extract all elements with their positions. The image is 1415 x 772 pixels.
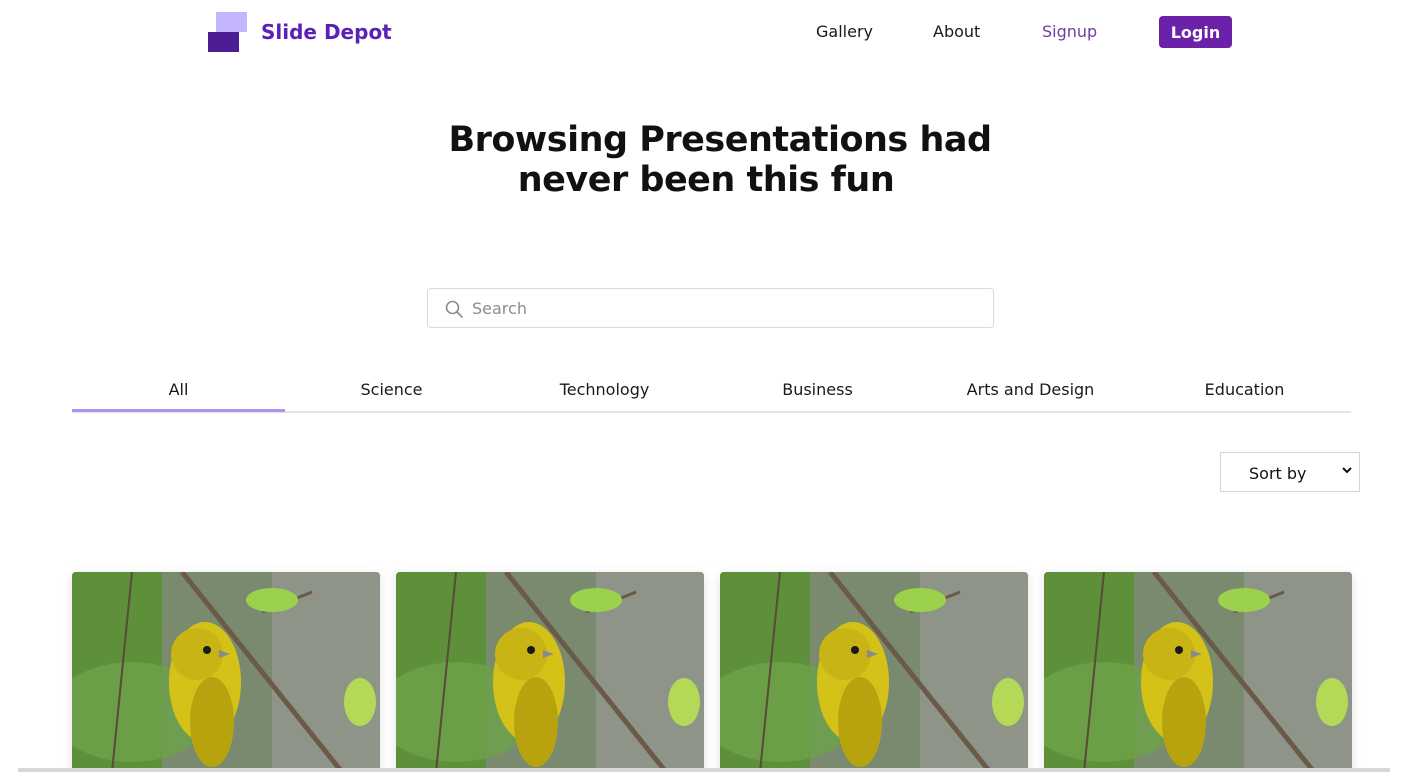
card-thumbnail-image (720, 572, 1028, 772)
presentation-card[interactable] (720, 572, 1028, 772)
hero-line-2: never been this fun (517, 160, 895, 200)
nav-signup-link[interactable]: Signup (1042, 22, 1097, 41)
category-tabs: All Science Technology Business Arts and… (72, 368, 1351, 413)
tab-all[interactable]: All (72, 368, 285, 412)
presentation-card[interactable] (1044, 572, 1352, 772)
sort-select[interactable]: Sort by (1220, 452, 1360, 492)
tab-technology[interactable]: Technology (498, 368, 711, 411)
search-input[interactable] (472, 289, 972, 327)
horizontal-scrollbar[interactable] (18, 768, 1390, 772)
tab-business[interactable]: Business (711, 368, 924, 411)
card-thumbnail-image (396, 572, 704, 772)
hero-line-1: Browsing Presentations had (448, 120, 992, 160)
tab-science[interactable]: Science (285, 368, 498, 411)
search-icon (445, 300, 463, 318)
presentation-card[interactable] (72, 572, 380, 772)
brand-name: Slide Depot (261, 20, 392, 44)
chevron-down-icon (1342, 467, 1352, 474)
card-thumbnail-image (1044, 572, 1352, 772)
card-thumbnail-image (72, 572, 380, 772)
sort-select-value: Sort by (1249, 464, 1307, 483)
tab-education[interactable]: Education (1138, 368, 1351, 411)
nav-gallery-link[interactable]: Gallery (816, 22, 873, 41)
logo-mark (208, 12, 248, 52)
nav-about-link[interactable]: About (933, 22, 980, 41)
logo[interactable]: Slide Depot (208, 12, 392, 52)
search-box[interactable] (427, 288, 994, 328)
presentation-card[interactable] (396, 572, 704, 772)
hero-heading: Browsing Presentations had never been th… (440, 120, 1000, 200)
login-button[interactable]: Login (1159, 16, 1232, 48)
tab-arts-and-design[interactable]: Arts and Design (924, 368, 1137, 411)
